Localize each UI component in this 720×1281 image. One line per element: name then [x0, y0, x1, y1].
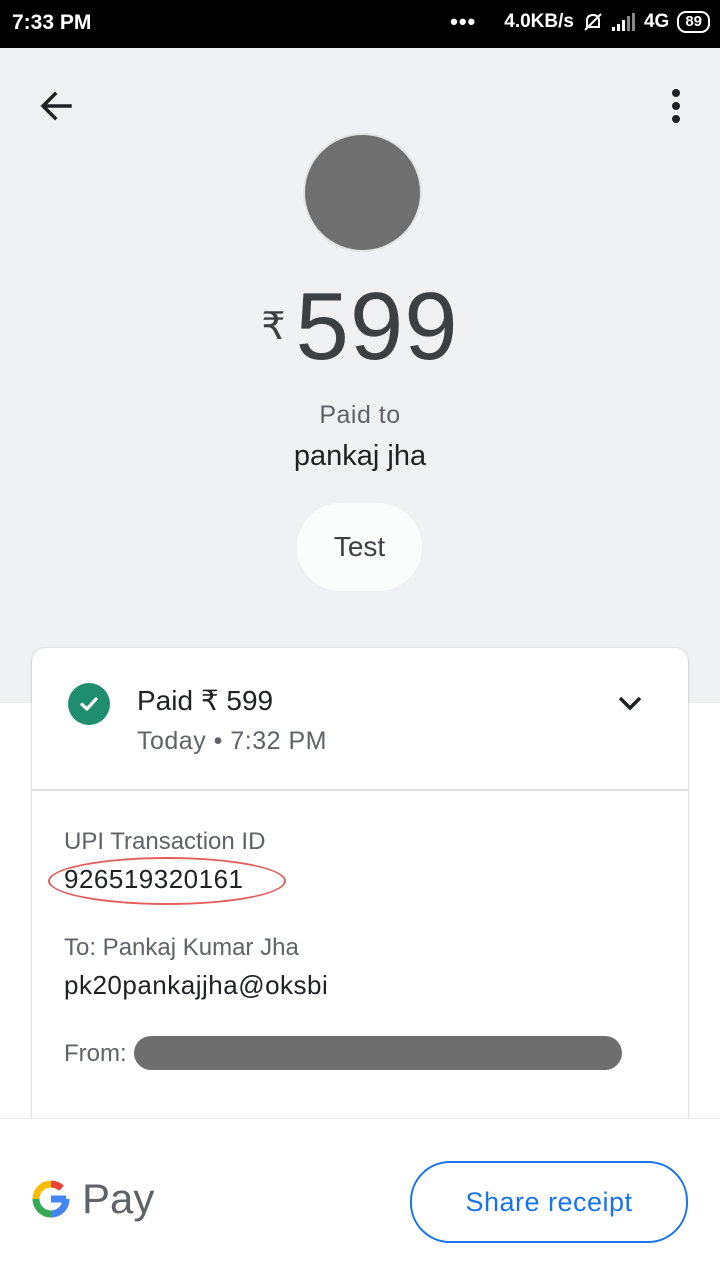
status-bar: 7:33 PM ••• 4.0KB/s 4G 89 [0, 0, 720, 48]
google-g-icon [32, 1180, 70, 1218]
expand-details-button[interactable] [615, 688, 645, 718]
amount-value: 599 [295, 273, 459, 380]
upi-transaction-id[interactable]: 926519320161 [64, 864, 244, 895]
status-time: 7:33 PM [12, 11, 92, 34]
payment-note: Test [297, 503, 422, 591]
chevron-down-icon [618, 696, 642, 711]
recipient-vpa: pk20pankajjha@oksbi [64, 970, 329, 1000]
network-type: 4G [643, 11, 670, 32]
payee-name: pankaj jha [293, 440, 427, 472]
payee-avatar [305, 135, 420, 250]
paid-to-label: Paid to [319, 401, 401, 429]
battery-indicator: 89 [677, 11, 710, 33]
payment-timestamp: Today • 7:32 PM [137, 727, 327, 755]
gpay-logo: Pay [30, 1175, 154, 1223]
mute-bell-icon [584, 13, 602, 31]
transaction-details-card: Paid ₹ 599 Today • 7:32 PM UPI Transacti… [32, 648, 688, 1168]
back-button[interactable] [34, 84, 78, 128]
card-divider [32, 789, 688, 791]
status-right: ••• 4.0KB/s 4G 89 [450, 11, 710, 33]
arrow-left-icon [40, 91, 72, 121]
payment-status-title: Paid ₹ 599 [137, 685, 274, 716]
recipient-label: To: Pankaj Kumar Jha [64, 934, 299, 961]
more-options-button[interactable] [654, 84, 698, 128]
payment-amount: ₹ 599 [0, 272, 720, 382]
signal-icon [611, 13, 635, 31]
upi-transaction-id-label: UPI Transaction ID [64, 828, 266, 855]
check-circle-icon [68, 683, 110, 725]
bottom-bar: Pay Share receipt [0, 1118, 720, 1281]
share-receipt-button[interactable]: Share receipt [410, 1161, 688, 1243]
notification-dots: ••• [450, 9, 477, 34]
network-speed: 4.0KB/s [504, 11, 574, 32]
sender-label: From: [64, 1040, 127, 1067]
currency-symbol: ₹ [261, 306, 286, 348]
more-vert-icon [672, 89, 680, 123]
pay-wordmark: Pay [82, 1175, 155, 1222]
redacted-sender [134, 1036, 622, 1070]
